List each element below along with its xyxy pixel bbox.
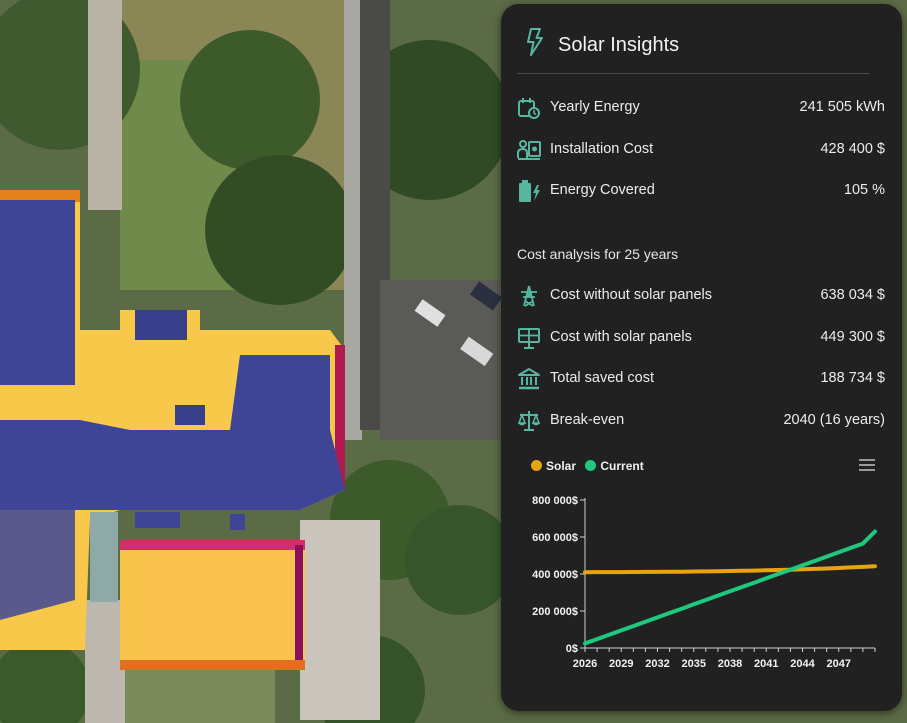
y-tick-label: 400 000$ (532, 569, 578, 581)
x-tick-label: 2044 (790, 658, 815, 670)
chart-legend: Solar Current (531, 459, 650, 475)
x-tick-label: 2032 (645, 658, 669, 670)
break-even-label: Break-even (550, 412, 625, 428)
legend-label-current: Current (600, 459, 644, 473)
cost-without-solar-value: 638 034 $ (820, 287, 885, 303)
cost-without-solar-row: Cost without solar panels 638 034 $ (517, 282, 885, 310)
yearly-energy-row: Yearly Energy 241 505 kWh (517, 94, 885, 122)
break-even-value: 2040 (16 years) (783, 412, 885, 428)
x-tick-label: 2035 (682, 658, 706, 670)
panel-title: Solar Insights (558, 34, 680, 56)
cost-with-solar-label: Cost with solar panels (550, 329, 692, 345)
calendar-energy-icon (518, 98, 540, 119)
installation-cost-row: Installation Cost 428 400 $ (517, 136, 885, 164)
cost-analysis-heading: Cost analysis for 25 years (517, 246, 679, 262)
y-tick-label: 200 000$ (532, 606, 578, 618)
total-saved-value: 188 734 $ (820, 370, 885, 386)
installation-cost-icon (517, 140, 541, 160)
total-saved-label: Total saved cost (550, 370, 654, 386)
installation-cost-value: 428 400 $ (820, 141, 885, 157)
legend-label-solar: Solar (546, 459, 577, 473)
legend-dot-solar (531, 460, 542, 471)
legend-item-solar[interactable]: Solar (531, 459, 576, 473)
legend-item-current[interactable]: Current (585, 459, 644, 473)
cost-line-chart: 0$ 200 000$ 400 000$ 600 000$ 800 000$ 2026 20… (532, 495, 877, 670)
cost-with-solar-value: 449 300 $ (820, 329, 885, 345)
solar-insights-panel: Solar Insights Yearly Energy 241 505 kWh… (501, 4, 902, 711)
total-saved-row: Total saved cost 188 734 $ (517, 365, 885, 393)
lightning-bolt-icon (527, 28, 543, 56)
power-tower-icon (521, 285, 537, 307)
legend-dot-current (585, 460, 597, 471)
energy-covered-value: 105 % (843, 182, 885, 198)
x-tick-label: 2047 (827, 658, 851, 670)
yearly-energy-label: Yearly Energy (550, 99, 640, 115)
y-tick-label: 0$ (566, 643, 578, 655)
energy-covered-row: Energy Covered 105 % (517, 177, 885, 205)
break-even-row: Break-even 2040 (16 years) (517, 407, 885, 435)
y-tick-label: 800 000$ (532, 495, 578, 507)
x-tick-label: 2038 (718, 658, 742, 670)
x-tick-label: 2041 (754, 658, 778, 670)
panel-header: Solar Insights (517, 26, 869, 74)
x-tick-label: 2029 (609, 658, 633, 670)
series-line-solar (583, 564, 877, 575)
chart-menu-icon[interactable] (859, 458, 875, 472)
yearly-energy-value: 241 505 kWh (799, 99, 885, 115)
cost-without-solar-label: Cost without solar panels (550, 287, 712, 303)
installation-cost-label: Installation Cost (550, 141, 654, 157)
series-line-current (583, 529, 877, 646)
scale-balance-icon (517, 411, 541, 431)
battery-charging-icon (519, 180, 540, 202)
cost-with-solar-row: Cost with solar panels 449 300 $ (517, 324, 885, 352)
x-tick-label: 2026 (573, 658, 597, 670)
energy-covered-label: Energy Covered (550, 182, 655, 198)
y-tick-label: 600 000$ (532, 532, 578, 544)
bank-icon (518, 368, 540, 390)
solar-panel-icon (518, 328, 540, 349)
